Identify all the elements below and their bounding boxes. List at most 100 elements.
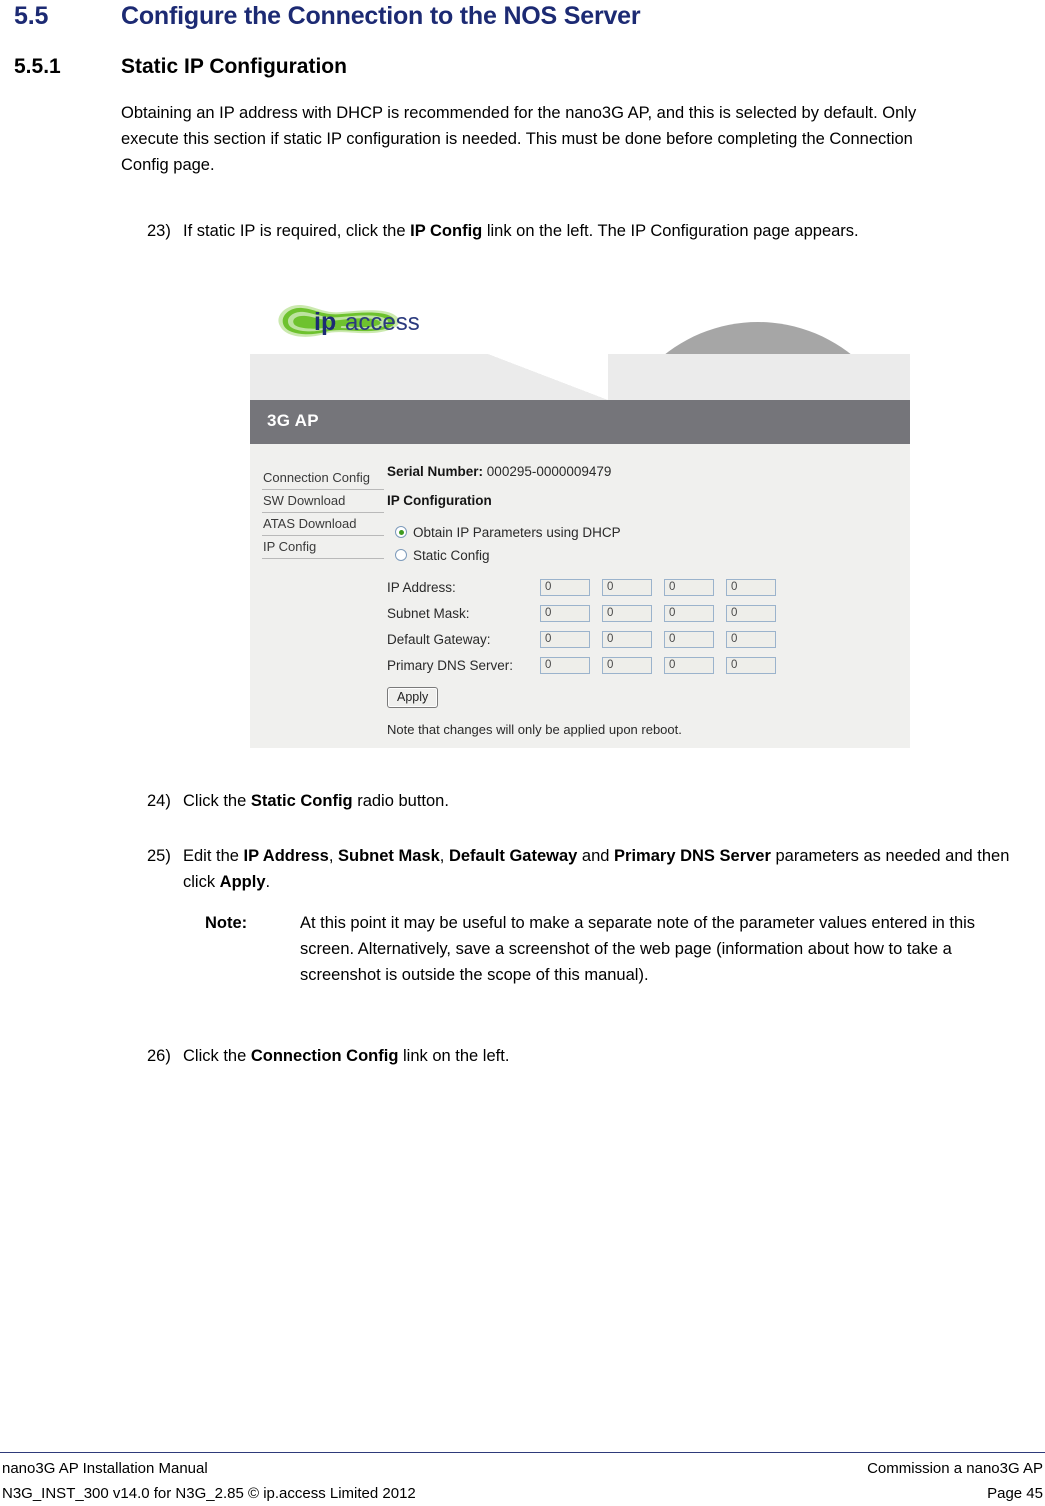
step-25-bold4: Primary DNS Server [614,847,771,865]
note-label: Note: [205,914,248,932]
subsection-title: Static IP Configuration [121,55,347,78]
default-gateway-octet-4[interactable] [726,630,776,648]
step-25-text: Edit the IP Address, Subnet Mask, Defaul… [183,843,1036,895]
serial-number-value: 000295-0000009479 [486,464,612,479]
page-footer: nano3G AP Installation Manual Commission… [0,1456,1045,1506]
step-25-part6: . [265,873,271,891]
ip-configuration-heading: IP Configuration [387,493,492,508]
step-26-part2: link on the left. [398,1047,510,1065]
step-25-part4: and [577,847,615,865]
step-26-text: Click the Connection Config link on the … [183,1043,1021,1069]
subnet-mask-octet-4[interactable] [726,604,776,622]
ip-address-octet-4[interactable] [726,578,776,596]
footer-divider [0,1452,1045,1453]
primary-dns-octet-2[interactable] [602,656,652,674]
subnet-mask-label: Subnet Mask: [387,605,470,621]
step-25-bold5: Apply [219,873,266,891]
svg-text:ip: ip [314,308,336,336]
subsection-heading: 5.5.1 Static IP Configuration [14,55,1014,79]
serial-number-line: Serial Number: 000295-0000009479 [387,464,899,479]
step-26-bold1: Connection Config [250,1047,399,1065]
nav-item-atas-download[interactable]: ATAS Download [262,513,384,536]
radio-static-icon[interactable] [395,549,407,561]
ip-access-logo-icon: ip access [268,296,433,354]
ip-address-octet-2[interactable] [602,578,652,596]
step-26-number: 26) [147,1047,171,1065]
step-25-bold3: Default Gateway [448,847,578,865]
footer-manual-title: nano3G AP Installation Manual [2,1460,208,1477]
section-number: 5.5 [14,2,49,30]
ip-address-octet-3[interactable] [664,578,714,596]
screenshot-nav: Connection Config SW Download ATAS Downl… [262,467,384,559]
banner-slab-bevel [488,354,608,400]
step-24-part2: radio button. [352,792,449,810]
step-26-part1: Click the [183,1047,251,1065]
primary-dns-server-label: Primary DNS Server: [387,657,514,673]
note-block: Note: At this point it may be useful to … [205,910,1015,988]
step-25-part3: , [439,847,449,865]
banner-grey-slab [250,354,910,400]
step-23-part2: link on the left. The IP Configuration p… [482,222,859,240]
serial-number-label: Serial Number: [387,464,484,479]
step-23: 23) If static IP is required, click the … [121,218,1031,244]
primary-dns-octet-4[interactable] [726,656,776,674]
screenshot-banner: ip access [250,292,910,400]
subnet-mask-octet-1[interactable] [540,604,590,622]
default-gateway-octet-3[interactable] [664,630,714,648]
step-25-part2: , [328,847,339,865]
radio-option-static[interactable]: Static Config [395,545,899,565]
radio-dhcp-icon[interactable] [395,526,407,538]
step-23-bold1: IP Config [410,222,483,240]
step-25-bold2: Subnet Mask [338,847,440,865]
step-23-part1: If static IP is required, click the [183,222,411,240]
intro-paragraph: Obtaining an IP address with DHCP is rec… [121,104,917,174]
nav-item-connection-config[interactable]: Connection Config [262,467,384,490]
footer-doc-id: N3G_INST_300 v14.0 for N3G_2.85 © ip.acc… [2,1485,416,1502]
ip-address-label: IP Address: [387,579,456,595]
radio-dhcp-label: Obtain IP Parameters using DHCP [413,524,621,540]
subnet-mask-octet-2[interactable] [602,604,652,622]
step-26: 26) Click the Connection Config link on … [121,1043,1021,1069]
note-text: At this point it may be useful to make a… [300,914,976,984]
nav-item-ip-config[interactable]: IP Config [262,536,384,559]
default-gateway-label: Default Gateway: [387,631,491,647]
screenshot-body: Connection Config SW Download ATAS Downl… [250,444,910,748]
radio-option-dhcp[interactable]: Obtain IP Parameters using DHCP [395,522,899,542]
embedded-screenshot: ip access 3G AP Connection Config SW Dow… [250,292,910,748]
ip-fields-group: IP Address: Subnet Mask: D [387,577,899,675]
step-25: 25) Edit the IP Address, Subnet Mask, De… [121,843,1036,895]
step-23-text: If static IP is required, click the IP C… [183,218,1031,244]
primary-dns-octet-3[interactable] [664,656,714,674]
apply-button[interactable]: Apply [387,687,439,708]
subnet-mask-octet-3[interactable] [664,604,714,622]
screenshot-content: Serial Number: 000295-0000009479 IP Conf… [387,464,899,737]
step-23-number: 23) [147,222,171,240]
screenshot-titlebar: 3G AP [250,400,910,444]
step-24-text: Click the Static Config radio button. [183,788,1021,814]
step-25-bold1: IP Address [243,847,329,865]
section-heading: 5.5 Configure the Connection to the NOS … [14,2,1014,31]
document-page: 5.5 Configure the Connection to the NOS … [0,0,1045,1506]
field-row-subnet-mask: Subnet Mask: [387,603,899,623]
nav-item-sw-download[interactable]: SW Download [262,490,384,513]
footer-chapter-title: Commission a nano3G AP [867,1460,1043,1477]
step-24: 24) Click the Static Config radio button… [121,788,1021,814]
footer-page-number: Page 45 [987,1485,1043,1502]
subsection-number: 5.5.1 [14,55,61,78]
field-row-ip-address: IP Address: [387,577,899,597]
step-25-number: 25) [147,847,171,865]
footer-row-1: nano3G AP Installation Manual Commission… [0,1456,1045,1481]
step-24-part1: Click the [183,792,251,810]
default-gateway-octet-2[interactable] [602,630,652,648]
primary-dns-octet-1[interactable] [540,656,590,674]
reboot-note: Note that changes will only be applied u… [387,722,682,737]
svg-text:access: access [345,309,420,336]
step-24-bold1: Static Config [250,792,353,810]
step-24-number: 24) [147,792,171,810]
field-row-default-gateway: Default Gateway: [387,629,899,649]
ip-address-octet-1[interactable] [540,578,590,596]
radio-static-label: Static Config [413,547,490,563]
default-gateway-octet-1[interactable] [540,630,590,648]
section-title: Configure the Connection to the NOS Serv… [121,2,641,30]
footer-row-2: N3G_INST_300 v14.0 for N3G_2.85 © ip.acc… [0,1481,1045,1506]
